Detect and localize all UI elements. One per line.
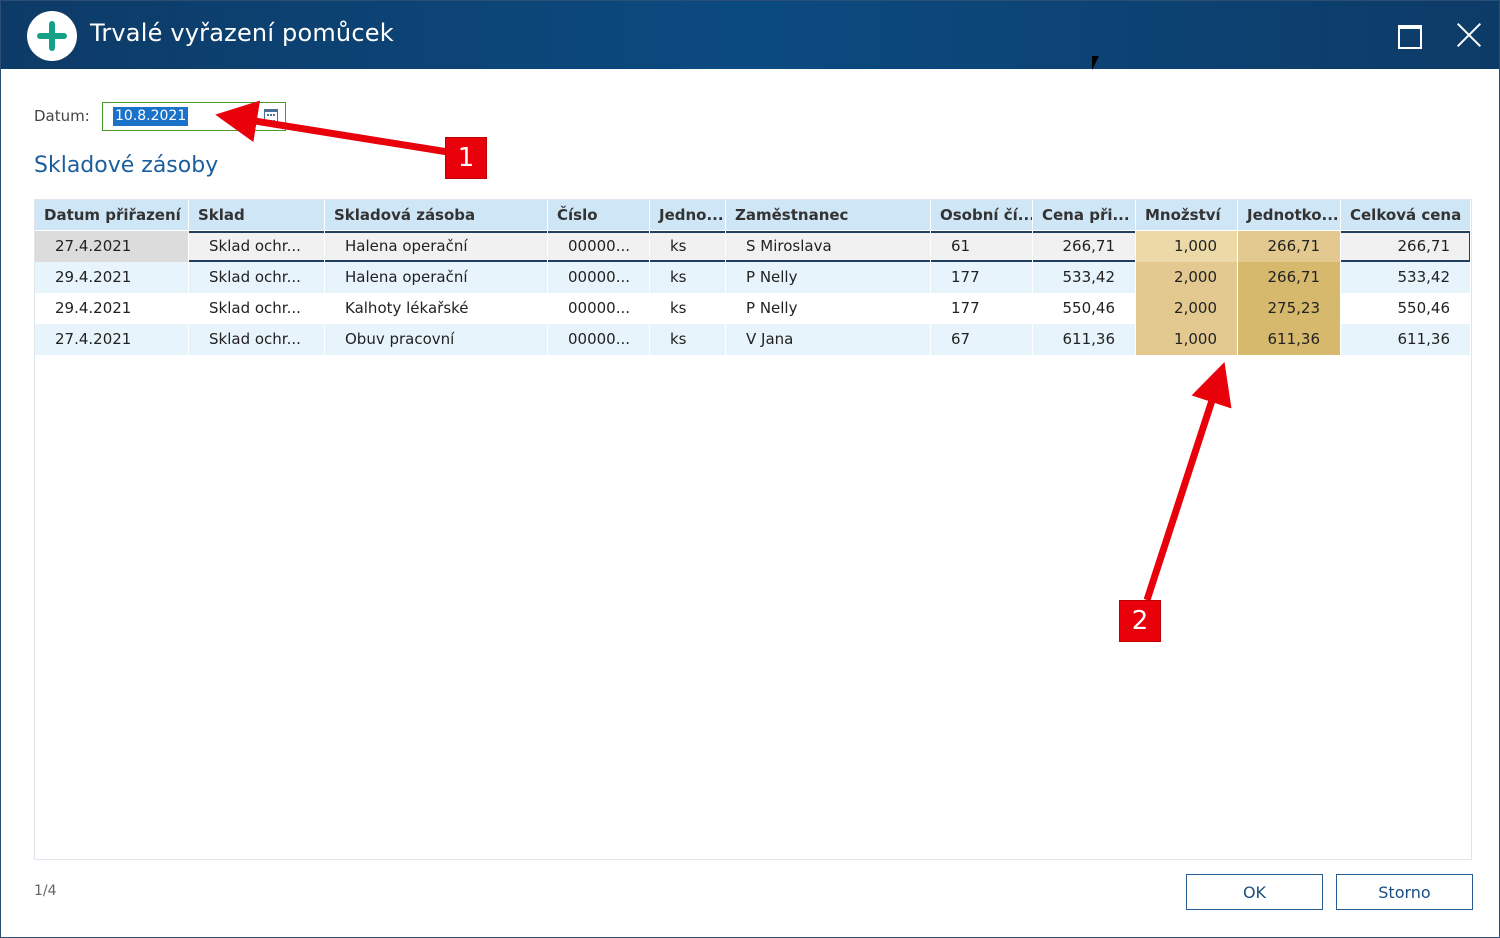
- cell-jednotkova[interactable]: 275,23: [1238, 293, 1341, 324]
- column-header-jednotka[interactable]: Jedno...: [650, 200, 726, 230]
- close-button[interactable]: [1449, 15, 1489, 55]
- row-counter: 1/4: [34, 883, 57, 899]
- cell-zasoba: Halena operační: [325, 262, 548, 293]
- cell-mnozstvi[interactable]: 2,000: [1136, 293, 1238, 324]
- table-row[interactable]: 29.4.2021 Sklad ochr... Kalhoty lékařské…: [35, 293, 1471, 324]
- cell-cena: 550,46: [1033, 293, 1136, 324]
- column-header-celkova[interactable]: Celková cena: [1341, 200, 1471, 230]
- table-row[interactable]: 27.4.2021 Sklad ochr... Obuv pracovní 00…: [35, 324, 1471, 355]
- plus-icon: [27, 11, 77, 61]
- column-header-mnozstvi[interactable]: Množství: [1136, 200, 1238, 230]
- column-header-cislo[interactable]: Číslo: [548, 200, 650, 230]
- table-row[interactable]: 29.4.2021 Sklad ochr... Halena operační …: [35, 262, 1471, 293]
- cell-sklad: Sklad ochr...: [189, 293, 325, 324]
- title-bar: Trvalé vyřazení pomůcek: [1, 1, 1499, 69]
- cell-zamestnanec: P Nelly: [726, 262, 931, 293]
- mouse-cursor-icon: [1092, 56, 1099, 70]
- table-header: Datum přiřazení Sklad Skladová zásoba Čí…: [35, 200, 1471, 230]
- column-header-jednotkova[interactable]: Jednotko...: [1238, 200, 1341, 230]
- cell-mnozstvi[interactable]: 1,000: [1136, 231, 1238, 262]
- maximize-button[interactable]: [1389, 15, 1429, 55]
- cell-zamestnanec: P Nelly: [726, 293, 931, 324]
- dialog-window: Trvalé vyřazení pomůcek Datum: 10.8.2021…: [0, 0, 1500, 938]
- cell-celkova: 550,46: [1341, 293, 1471, 324]
- cell-sklad: Sklad ochr...: [189, 262, 325, 293]
- column-header-osobni[interactable]: Osobní čí...: [931, 200, 1033, 230]
- section-title: Skladové zásoby: [34, 153, 219, 178]
- cell-mnozstvi[interactable]: 2,000: [1136, 262, 1238, 293]
- cell-zasoba: Obuv pracovní: [325, 324, 548, 355]
- cell-zamestnanec: V Jana: [726, 324, 931, 355]
- table-row[interactable]: 27.4.2021 Sklad ochr... Halena operační …: [35, 231, 1471, 262]
- cell-osobni: 177: [931, 293, 1033, 324]
- cell-cislo: 00000...: [548, 293, 650, 324]
- cell-celkova: 533,42: [1341, 262, 1471, 293]
- cell-jednotka: ks: [650, 231, 726, 262]
- cell-datum: 27.4.2021: [35, 231, 189, 262]
- cell-celkova: 611,36: [1341, 324, 1471, 355]
- column-header-sklad[interactable]: Sklad: [189, 200, 325, 230]
- window-title: Trvalé vyřazení pomůcek: [90, 19, 394, 47]
- cell-jednotkova[interactable]: 611,36: [1238, 324, 1341, 355]
- cell-jednotka: ks: [650, 324, 726, 355]
- cell-datum: 29.4.2021: [35, 262, 189, 293]
- cell-sklad: Sklad ochr...: [189, 324, 325, 355]
- cell-zasoba: Kalhoty lékařské: [325, 293, 548, 324]
- maximize-icon: [1398, 25, 1422, 49]
- annotation-badge-2: 2: [1119, 600, 1161, 642]
- cell-cena: 611,36: [1033, 324, 1136, 355]
- calendar-icon[interactable]: [264, 109, 278, 122]
- ok-button[interactable]: OK: [1186, 874, 1323, 910]
- annotation-badge-1: 1: [445, 137, 487, 179]
- cell-datum: 29.4.2021: [35, 293, 189, 324]
- cell-jednotka: ks: [650, 293, 726, 324]
- cell-osobni: 177: [931, 262, 1033, 293]
- cell-datum: 27.4.2021: [35, 324, 189, 355]
- cell-celkova: 266,71: [1341, 231, 1471, 262]
- cell-sklad: Sklad ochr...: [189, 231, 325, 262]
- cell-mnozstvi[interactable]: 1,000: [1136, 324, 1238, 355]
- cell-cislo: 00000...: [548, 262, 650, 293]
- date-label: Datum:: [34, 107, 90, 125]
- cell-zamestnanec: S Miroslava: [726, 231, 931, 262]
- cell-cislo: 00000...: [548, 324, 650, 355]
- cell-cislo: 00000...: [548, 231, 650, 262]
- cell-zasoba: Halena operační: [325, 231, 548, 262]
- column-header-datum[interactable]: Datum přiřazení: [35, 200, 189, 230]
- cell-jednotka: ks: [650, 262, 726, 293]
- column-header-cena[interactable]: Cena při...: [1033, 200, 1136, 230]
- cell-osobni: 67: [931, 324, 1033, 355]
- cell-cena: 266,71: [1033, 231, 1136, 262]
- column-header-zasoba[interactable]: Skladová zásoba: [325, 200, 548, 230]
- stock-table: Datum přiřazení Sklad Skladová zásoba Čí…: [34, 199, 1472, 860]
- date-field[interactable]: 10.8.2021: [102, 102, 286, 131]
- cell-osobni: 61: [931, 231, 1033, 262]
- cell-jednotkova[interactable]: 266,71: [1238, 231, 1341, 262]
- cancel-button[interactable]: Storno: [1336, 874, 1473, 910]
- column-header-zamestnanec[interactable]: Zaměstnanec: [726, 200, 931, 230]
- cell-jednotkova[interactable]: 266,71: [1238, 262, 1341, 293]
- date-value-selected: 10.8.2021: [113, 107, 189, 126]
- cell-cena: 533,42: [1033, 262, 1136, 293]
